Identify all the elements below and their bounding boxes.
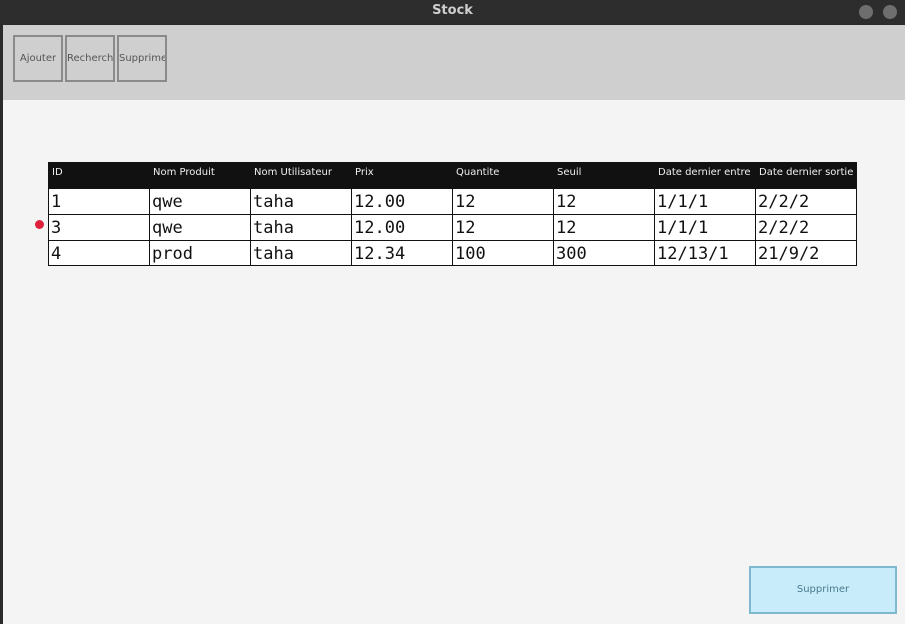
- column-header-id[interactable]: ID: [49, 163, 150, 188]
- column-header-user-name[interactable]: Nom Utilisateur: [251, 163, 352, 188]
- column-header-product-name[interactable]: Nom Produit: [150, 163, 251, 188]
- window-title: Stock: [432, 3, 473, 18]
- column-header-quantity[interactable]: Quantite: [453, 163, 554, 188]
- cell-product-name[interactable]: qwe: [150, 188, 251, 214]
- cell-quantity[interactable]: 12: [453, 188, 554, 214]
- delete-toolbar-button[interactable]: Supprimer: [117, 35, 167, 82]
- cell-last-entry-date[interactable]: 1/1/1: [655, 188, 756, 214]
- cell-threshold[interactable]: 12: [554, 188, 655, 214]
- cell-quantity[interactable]: 100: [453, 240, 554, 265]
- cell-threshold[interactable]: 12: [554, 214, 655, 240]
- cell-user-name[interactable]: taha: [251, 188, 352, 214]
- cell-id[interactable]: 3: [49, 214, 150, 240]
- table-row[interactable]: 4 prod taha 12.34 100 300 12/13/1 21/9/2: [49, 240, 856, 265]
- cell-quantity[interactable]: 12: [453, 214, 554, 240]
- minimize-icon[interactable]: [859, 5, 873, 19]
- cell-id[interactable]: 1: [49, 188, 150, 214]
- cell-price[interactable]: 12.00: [352, 214, 453, 240]
- cell-price[interactable]: 12.34: [352, 240, 453, 265]
- column-header-last-entry-date[interactable]: Date dernier entre: [655, 163, 756, 188]
- close-icon[interactable]: [883, 5, 897, 19]
- cell-threshold[interactable]: 300: [554, 240, 655, 265]
- stock-table: ID Nom Produit Nom Utilisateur Prix Quan…: [48, 162, 857, 266]
- table-row[interactable]: 3 qwe taha 12.00 12 12 1/1/1 2/2/2: [49, 214, 856, 240]
- cell-product-name[interactable]: qwe: [150, 214, 251, 240]
- cell-last-entry-date[interactable]: 1/1/1: [655, 214, 756, 240]
- cell-user-name[interactable]: taha: [251, 240, 352, 265]
- cell-last-exit-date[interactable]: 2/2/2: [756, 214, 856, 240]
- selected-row-indicator-icon: [35, 220, 44, 229]
- cell-price[interactable]: 12.00: [352, 188, 453, 214]
- table-header: ID Nom Produit Nom Utilisateur Prix Quan…: [49, 163, 856, 188]
- cell-id[interactable]: 4: [49, 240, 150, 265]
- cell-last-entry-date[interactable]: 12/13/1: [655, 240, 756, 265]
- table-row[interactable]: 1 qwe taha 12.00 12 12 1/1/1 2/2/2: [49, 188, 856, 214]
- window-titlebar: Stock: [0, 0, 905, 24]
- toolbar: Ajouter Recherch Supprimer: [3, 25, 905, 100]
- column-header-price[interactable]: Prix: [352, 163, 453, 188]
- search-button[interactable]: Recherch: [65, 35, 115, 82]
- column-header-last-exit-date[interactable]: Date dernier sortie: [756, 163, 856, 188]
- cell-last-exit-date[interactable]: 2/2/2: [756, 188, 856, 214]
- cell-product-name[interactable]: prod: [150, 240, 251, 265]
- cell-last-exit-date[interactable]: 21/9/2: [756, 240, 856, 265]
- add-button[interactable]: Ajouter: [13, 35, 63, 82]
- cell-user-name[interactable]: taha: [251, 214, 352, 240]
- delete-button[interactable]: Supprimer: [749, 566, 897, 614]
- column-header-threshold[interactable]: Seuil: [554, 163, 655, 188]
- main-content: Ajouter Recherch Supprimer ID Nom Produi…: [3, 25, 905, 624]
